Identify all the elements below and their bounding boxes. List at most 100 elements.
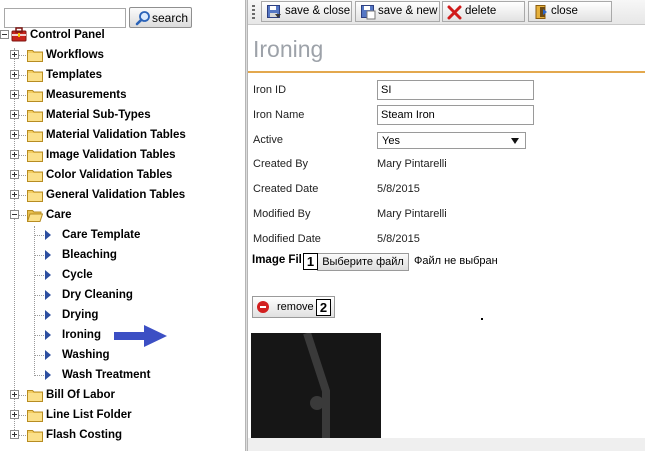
created-date-label: Created Date [253,183,319,195]
tree-connector [34,355,44,356]
tree-connector [34,375,44,376]
pointer-arrow-icon [114,325,167,347]
choose-file-button[interactable]: Выберите файл [317,253,409,271]
tree-item-templates[interactable]: Templates [0,65,240,85]
iron-symbol-icon [303,331,330,438]
save-and-close-label: save & close [285,5,351,17]
tree-item-material-validation-tables[interactable]: Material Validation Tables [0,125,240,145]
tree-item-flash-costing[interactable]: Flash Costing [0,425,240,445]
tree-item-measurements[interactable]: Measurements [0,85,240,105]
save-new-icon [360,4,376,23]
tree-item-workflows[interactable]: Workflows [0,45,240,65]
iron-id-label: Iron ID [253,84,287,96]
modified-by-value: Mary Pintarelli [377,208,447,220]
navigation-tree-pane: search Control Panel Workflows Templates M… [0,0,245,451]
expand-toggle-icon[interactable] [10,430,19,439]
expand-toggle-icon[interactable] [10,90,19,99]
folder-icon [27,108,43,122]
remove-circle-icon [257,301,269,313]
expand-toggle-icon[interactable] [10,110,19,119]
tree-item-cycle[interactable]: Cycle [0,265,240,285]
tree-item-color-validation-tables[interactable]: Color Validation Tables [0,165,240,185]
expand-toggle-icon[interactable] [10,190,19,199]
save-close-icon [266,4,282,23]
open-folder-icon [26,208,44,222]
tree-item-label: Care [46,209,72,221]
folder-icon [27,168,43,182]
tree-item-care-template[interactable]: Care Template [0,225,240,245]
tree-item-image-validation-tables[interactable]: Image Validation Tables [0,145,240,165]
tree-item-care[interactable]: Care [0,205,240,225]
tree-item-wash-treatment[interactable]: Wash Treatment [0,365,240,385]
tree-root-control-panel[interactable]: Control Panel [0,25,240,45]
collapse-toggle-icon[interactable] [0,30,9,39]
modified-by-label: Modified By [253,208,311,220]
save-and-close-button[interactable]: save & close [261,1,352,22]
tree-item-material-sub-types[interactable]: Material Sub-Types [0,105,240,125]
tree-item-label: Cycle [62,269,93,281]
tree-item-label: Workflows [46,49,104,61]
active-selected-value: Yes [382,135,400,147]
callout-badge-1: 1 [303,253,318,270]
expand-toggle-icon[interactable] [10,150,19,159]
tree-item-label: Measurements [46,89,127,101]
folder-icon [27,68,43,82]
tree-connector [34,275,44,276]
save-and-new-button[interactable]: save & new [355,1,440,22]
tree-item-line-list-folder[interactable]: Line List Folder [0,405,240,425]
leaf-arrow-icon [45,250,51,260]
tree-item-label: Bill Of Labor [46,389,115,401]
tree-item-general-validation-tables[interactable]: General Validation Tables [0,185,240,205]
collapse-toggle-icon[interactable] [10,210,19,219]
leaf-arrow-icon [45,330,51,340]
expand-toggle-icon[interactable] [10,70,19,79]
iron-id-field[interactable] [377,80,534,100]
expand-toggle-icon[interactable] [10,390,19,399]
form-toolbar: save & close save & new delete close [248,0,645,25]
save-and-new-label: save & new [378,5,438,17]
tree-item-bill-of-labor[interactable]: Bill Of Labor [0,385,240,405]
image-file-label: Image Fil [252,254,302,266]
modified-date-value: 5/8/2015 [377,233,420,245]
tree-item-label: Care Template [62,229,141,241]
created-date-value: 5/8/2015 [377,183,420,195]
tree-connector [34,255,44,256]
leaf-arrow-icon [45,290,51,300]
tree-item-label: Line List Folder [46,409,132,421]
tree-item-drying[interactable]: Drying [0,305,240,325]
tree-item-label: General Validation Tables [46,189,186,201]
folder-icon [27,188,43,202]
tree-item-bleaching[interactable]: Bleaching [0,245,240,265]
tree-item-label: Drying [62,309,99,321]
ironing-care-image [251,331,381,438]
delete-label: delete [465,5,497,17]
iron-name-field[interactable] [377,105,534,125]
delete-button[interactable]: delete [442,1,525,22]
tree-item-washing[interactable]: Washing [0,345,240,365]
leaf-arrow-icon [45,270,51,280]
expand-toggle-icon[interactable] [10,410,19,419]
detail-pane: save & close save & new delete close Iro… [248,0,645,451]
tree-connector [34,295,44,296]
form-footer [248,438,645,451]
leaf-arrow-icon [45,310,51,320]
page-title: Ironing [253,36,324,62]
stray-dot [481,318,483,320]
tree-item-label: Material Validation Tables [46,129,186,141]
leaf-arrow-icon [45,370,51,380]
delete-x-icon [447,4,463,23]
expand-toggle-icon[interactable] [10,170,19,179]
tree-connector [34,235,44,236]
tree-item-dry-cleaning[interactable]: Dry Cleaning [0,285,240,305]
close-button[interactable]: close [528,1,612,22]
modified-date-label: Modified Date [253,233,321,245]
expand-toggle-icon[interactable] [10,50,19,59]
leaf-arrow-icon [45,230,51,240]
tree-connector [34,335,44,336]
file-status-text: Файл не выбран [414,255,498,267]
expand-toggle-icon[interactable] [10,130,19,139]
tree-item-label: Color Validation Tables [46,169,173,181]
toolbar-grip-icon[interactable] [252,5,255,19]
active-dropdown[interactable]: Yes [377,132,526,149]
created-by-label: Created By [253,158,309,170]
